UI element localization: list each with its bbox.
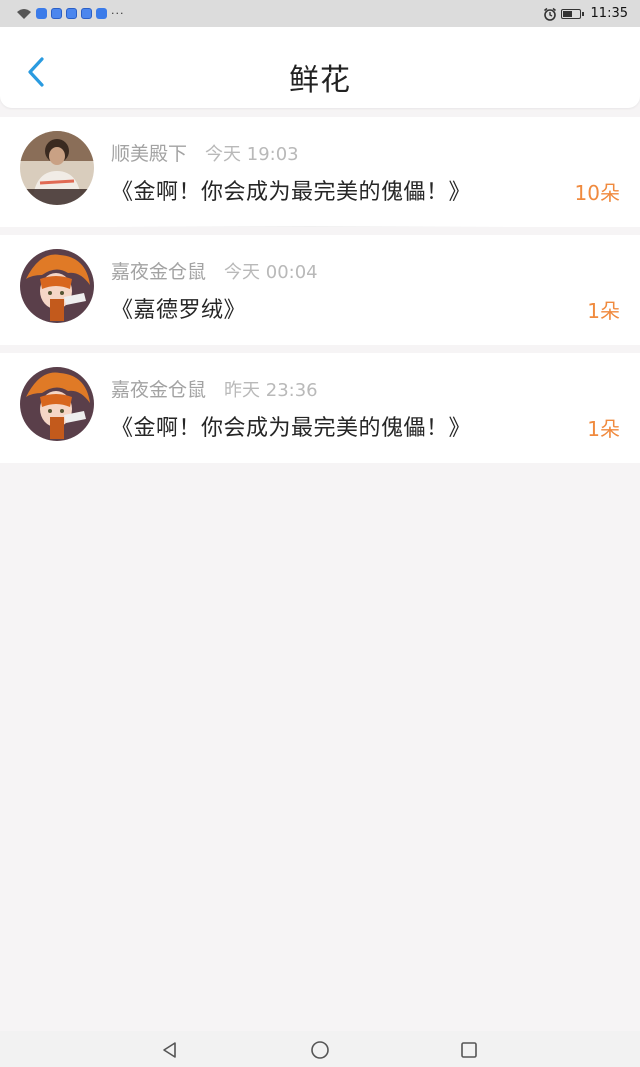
nav-recent-button[interactable] [459,1040,479,1060]
anime-character [20,367,94,441]
paw-icon [66,8,77,19]
recent-square-icon [461,1042,477,1058]
list-item[interactable]: 顺美殿下 今天 19:03 《金啊！你会成为最完美的傀儡！》 10朵 [0,117,640,227]
sender-name[interactable]: 嘉夜金仓鼠 [111,257,206,284]
paw-icon [81,8,92,19]
avatar[interactable] [20,131,94,205]
user-photo [20,131,94,205]
gift-meta: 嘉夜金仓鼠 昨天 23:36 [111,375,318,402]
nav-back-button[interactable] [160,1040,180,1060]
wifi-icon [17,8,31,19]
status-bar-left: ··· [16,7,125,20]
nav-home-button[interactable] [310,1040,330,1060]
clock: 11:35 [590,6,628,21]
gift-meta: 顺美殿下 今天 19:03 [111,139,299,166]
paw-icon [51,8,62,19]
shield-app-icon [96,8,107,19]
gift-time: 今天 19:03 [205,144,299,165]
gift-name: 《金啊！你会成为最完美的傀儡！》 [111,180,472,205]
header-bar: 鲜花 [0,27,640,108]
battery-icon [560,8,584,19]
flower-count: 10朵 [574,181,620,205]
overflow-indicator: ··· [111,7,125,20]
sender-name[interactable]: 嘉夜金仓鼠 [111,375,206,402]
system-nav-bar [0,1031,640,1067]
gift-time: 昨天 23:36 [224,380,318,401]
sender-name[interactable]: 顺美殿下 [111,139,187,166]
gift-time: 今天 00:04 [224,262,318,283]
page-title: 鲜花 [289,63,351,98]
anime-character [20,249,94,323]
divider [110,226,510,227]
list-item[interactable]: 嘉夜金仓鼠 昨天 23:36 《金啊！你会成为最完美的傀儡！》 1朵 [0,353,640,463]
flower-count: 1朵 [587,299,620,323]
avatar[interactable] [20,367,94,441]
list-item[interactable]: 嘉夜金仓鼠 今天 00:04 《嘉德罗绒》 1朵 [0,235,640,345]
gift-meta: 嘉夜金仓鼠 今天 00:04 [111,257,318,284]
app-notification-icon [36,8,47,19]
avatar[interactable] [20,249,94,323]
flower-gift-list: 顺美殿下 今天 19:03 《金啊！你会成为最完美的傀儡！》 10朵 嘉夜金仓鼠… [0,117,640,463]
status-bar-right: 11:35 [543,6,628,21]
status-bar: ··· 11:35 [0,0,640,27]
flower-count: 1朵 [587,417,620,441]
back-triangle-icon [163,1042,176,1058]
alarm-icon [543,7,556,21]
gift-name: 《嘉德罗绒》 [111,298,247,323]
home-circle-icon [311,1041,329,1059]
gift-name: 《金啊！你会成为最完美的傀儡！》 [111,416,472,441]
